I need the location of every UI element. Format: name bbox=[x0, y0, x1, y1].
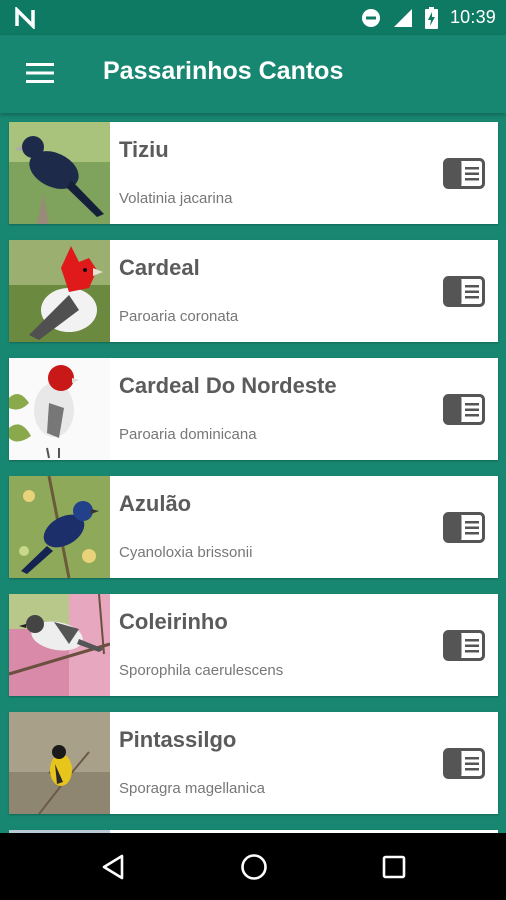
list-item[interactable]: Cardeal Paroaria coronata bbox=[9, 240, 498, 342]
bird-name: Cardeal Do Nordeste bbox=[119, 373, 337, 398]
bird-scientific-name: Cyanoloxia brissonii bbox=[119, 544, 253, 561]
hamburger-menu-icon[interactable] bbox=[26, 62, 54, 84]
list-item[interactable]: Coleirinho Sporophila caerulescens bbox=[9, 594, 498, 696]
list-item[interactable]: Pintassilgo Sporagra magellanica bbox=[9, 712, 498, 814]
do-not-disturb-icon bbox=[361, 8, 380, 27]
battery-charging-icon bbox=[424, 6, 438, 29]
navigation-bar bbox=[0, 833, 506, 900]
list-item[interactable]: Cardeal Do Nordeste Paroaria dominicana bbox=[9, 358, 498, 460]
list-item[interactable]: Azulão Cyanoloxia brissonii bbox=[9, 476, 498, 578]
bird-list[interactable]: Tiziu Volatinia jacarina Cardeal Paroari… bbox=[0, 113, 506, 833]
bird-photo-azulao bbox=[9, 476, 110, 578]
home-icon[interactable] bbox=[238, 851, 270, 883]
details-icon[interactable] bbox=[443, 158, 485, 189]
bird-name: Pintassilgo bbox=[119, 727, 237, 752]
bird-photo-cardeal-do-nordeste bbox=[9, 358, 110, 460]
bird-photo-tiziu bbox=[9, 122, 110, 224]
app-bar: Passarinhos Cantos bbox=[0, 35, 506, 113]
bird-scientific-name: Volatinia jacarina bbox=[119, 190, 233, 207]
bird-scientific-name: Sporagra magellanica bbox=[119, 780, 265, 797]
details-icon[interactable] bbox=[443, 630, 485, 661]
bird-scientific-name: Sporophila caerulescens bbox=[119, 662, 284, 679]
back-icon[interactable] bbox=[98, 851, 130, 883]
notification-icon bbox=[15, 7, 35, 29]
bird-name: Coleirinho bbox=[119, 609, 228, 634]
bird-name: Cardeal bbox=[119, 255, 200, 280]
bird-photo-cardeal bbox=[9, 240, 110, 342]
details-icon[interactable] bbox=[443, 276, 485, 307]
signal-icon bbox=[393, 8, 412, 27]
bird-photo-coleirinho bbox=[9, 594, 110, 696]
bird-photo-pintassilgo bbox=[9, 712, 110, 814]
details-icon[interactable] bbox=[443, 748, 485, 779]
status-bar: 10:39 bbox=[0, 0, 506, 35]
bird-name: Tiziu bbox=[119, 137, 169, 162]
list-item[interactable]: Tiziu Volatinia jacarina bbox=[9, 122, 498, 224]
bird-scientific-name: Paroaria coronata bbox=[119, 308, 239, 325]
recents-icon[interactable] bbox=[378, 851, 410, 883]
page-title: Passarinhos Cantos bbox=[103, 57, 344, 85]
bird-name: Azulão bbox=[119, 491, 192, 516]
clock: 10:39 bbox=[449, 7, 496, 27]
details-icon[interactable] bbox=[443, 512, 485, 543]
details-icon[interactable] bbox=[443, 394, 485, 425]
bird-scientific-name: Paroaria dominicana bbox=[119, 426, 257, 443]
